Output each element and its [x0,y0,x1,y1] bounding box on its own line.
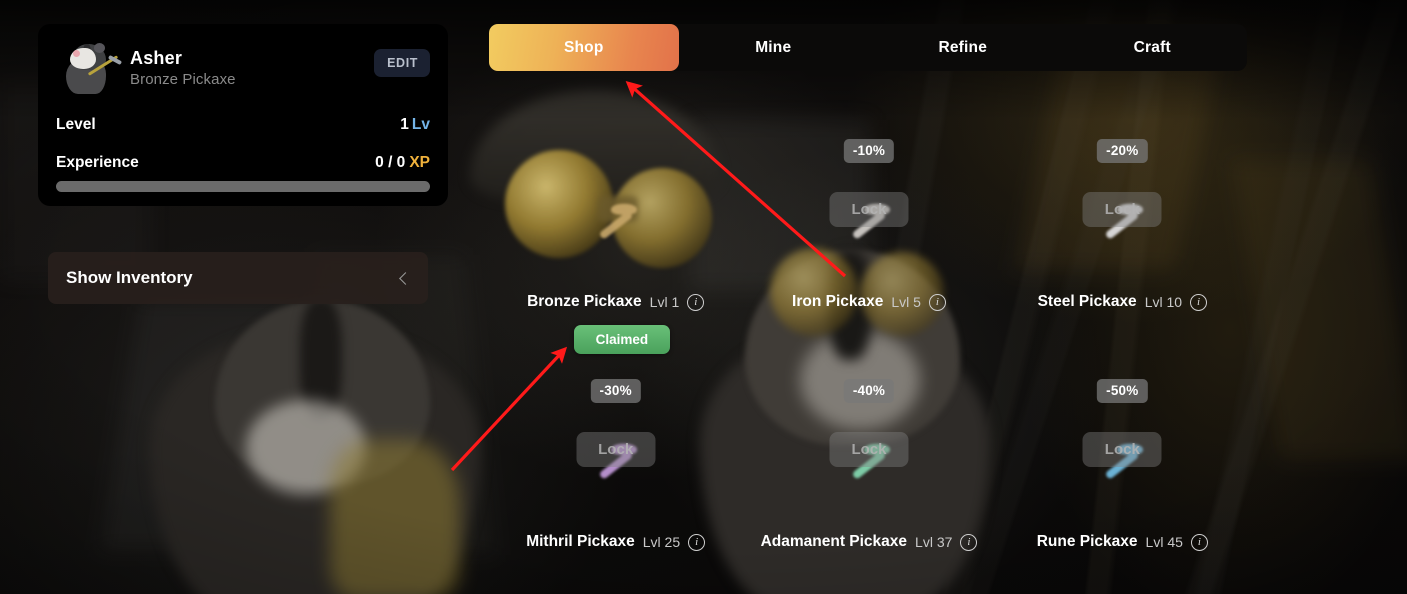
shop-item-footer: Iron Pickaxe Lvl 5 i [742,293,995,311]
tab-label: Shop [563,38,604,56]
experience-value: 0 / 0 [375,154,406,171]
shop-item-name: Bronze Pickaxe [527,293,642,310]
shop-item-level: Lvl 37 [915,534,953,550]
level-row: Level 1 Lv [56,116,430,134]
info-icon[interactable]: i [1190,533,1208,551]
shop-item-grid: Claimed Bronze Pickaxe Lvl 1 i -10% Lock Iron … [489,95,1249,575]
shop-item-card[interactable]: -40% Lock Adamanent Pickaxe Lvl 37 i [742,335,995,575]
discount-badge: -20% [1097,139,1148,163]
shop-item-card[interactable]: -50% Lock Rune Pickaxe Lvl 45 i [996,335,1249,575]
info-icon[interactable]: i [688,533,706,551]
lock-button[interactable]: Lock [1082,192,1162,227]
shop-item-level: Lvl 25 [642,534,681,550]
level-value-group: 1 Lv [400,116,430,134]
shop-item-name: Mithril Pickaxe [526,533,635,550]
shop-item-footer: Steel Pickaxe Lvl 10 i [996,293,1249,311]
edit-profile-button[interactable]: EDIT [374,49,430,77]
profile-panel: Asher Bronze Pickaxe EDIT Level 1 Lv Expe… [38,24,448,206]
shop-item-card[interactable]: Claimed Bronze Pickaxe Lvl 1i [489,95,742,354]
tab-shop[interactable]: Shop [489,24,679,71]
info-icon[interactable]: i [687,293,705,311]
shop-item-card[interactable]: -10% Lock Iron Pickaxe Lvl 5 i [742,95,995,335]
info-icon[interactable]: i [960,533,978,551]
shop-item-footer: Adamanent Pickaxe Lvl 37 i [742,533,995,551]
shop-item-footer: Bronze Pickaxe Lvl 1 i [489,293,742,311]
tab-mine[interactable]: Mine [679,24,869,71]
experience-unit: XP [409,154,430,171]
experience-row: Experience 0 / 0 XP [56,154,430,172]
tab-craft[interactable]: Craft [1058,24,1248,71]
badger-avatar-icon [56,40,123,96]
show-inventory-button[interactable]: Show Inventory [48,252,428,304]
lock-button[interactable]: Lock [576,432,656,467]
tab-refine[interactable]: Refine [868,24,1058,71]
shop-item-card[interactable]: -30% Lock Mithril Pickaxe Lvl 25 i [489,335,742,575]
pickaxe-sprite-icon [598,210,634,240]
level-unit: Lv [411,116,430,133]
discount-badge: -50% [1097,379,1148,403]
info-icon[interactable]: i [928,293,946,311]
profile-header: Asher Bronze Pickaxe EDIT [56,40,430,96]
discount-badge: -30% [590,379,641,403]
shop-item-level: Lvl 10 [1144,294,1183,310]
show-inventory-label: Show Inventory [66,268,193,287]
shop-item-name: Rune Pickaxe [1036,533,1138,550]
level-label: Level [56,116,96,133]
chevron-left-icon [399,271,412,285]
equipped-item-label: Bronze Pickaxe [130,71,236,88]
shop-item-level: Lvl 45 [1145,534,1183,550]
tab-label: Refine [938,38,988,56]
level-value: 1 [400,116,409,133]
shop-item-level: Lvl 5 [891,294,921,310]
experience-label: Experience [56,154,139,171]
lock-button[interactable]: Lock [829,432,909,467]
shop-item-name: Iron Pickaxe [792,293,884,310]
tab-label: Mine [755,38,792,56]
discount-badge: -40% [843,379,895,403]
experience-progress-bar [56,181,430,192]
profile-name-block: Asher Bronze Pickaxe [130,48,236,88]
shop-item-footer: Mithril Pickaxe Lvl 25 i [489,533,742,551]
tab-label: Craft [1133,38,1171,56]
shop-item-footer: Rune Pickaxe Lvl 45 i [996,533,1249,551]
lock-button[interactable]: Lock [1082,432,1162,467]
shop-item-name: Steel Pickaxe [1037,293,1137,310]
discount-badge: -10% [843,139,895,163]
info-icon[interactable]: i [1190,293,1208,311]
main-tab-bar: Shop Mine Refine Craft [489,24,1247,71]
lock-button[interactable]: Lock [829,192,909,227]
experience-value-group: 0 / 0 XP [375,154,430,172]
shop-item-name: Adamanent Pickaxe [760,533,908,550]
shop-item-level: Lvl 1 [649,294,680,310]
shop-item-card[interactable]: -20% Lock Steel Pickaxe Lvl 10 i [996,95,1249,335]
game-shop-screen: Asher Bronze Pickaxe EDIT Level 1 Lv Expe… [0,0,1407,594]
player-name: Asher [130,48,183,68]
